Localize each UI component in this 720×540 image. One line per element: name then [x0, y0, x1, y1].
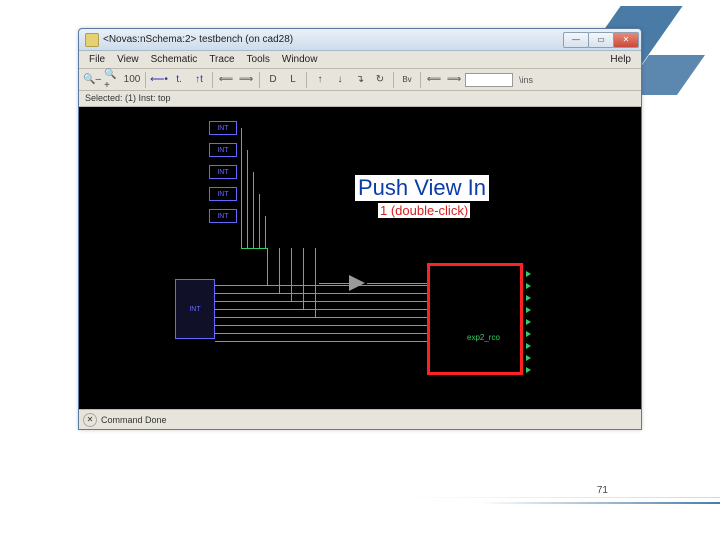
int-box[interactable]: INT: [209, 209, 237, 223]
schematic-canvas[interactable]: INT INT INT INT INT INT: [79, 107, 641, 409]
wire: [215, 341, 427, 342]
output-pin-icon: [526, 283, 531, 289]
wire: [291, 248, 292, 301]
wire: [267, 248, 268, 285]
tool-2-icon[interactable]: t.: [170, 71, 188, 89]
int-box[interactable]: INT: [209, 165, 237, 179]
statusbar: ✕ Command Done: [79, 409, 641, 429]
toolbar: 🔍‒ 🔍+ 100 ⟵• t. ↑t ⟸ ⟹ D L ↑ ↓ ↴ ↻ Bv ⟸ …: [79, 69, 641, 91]
output-pin-icon: [526, 331, 531, 337]
tool-bv-icon[interactable]: Bv: [398, 71, 416, 89]
wire: [303, 248, 304, 309]
module-label: exp2_rco: [467, 333, 500, 342]
output-pin-icon: [526, 307, 531, 313]
step-fwd-icon[interactable]: ⟹: [445, 71, 463, 89]
zoom-100-button[interactable]: 100: [123, 71, 141, 89]
menu-tools[interactable]: Tools: [241, 54, 276, 65]
search-hint: \ins: [519, 75, 533, 85]
titlebar[interactable]: <Novas:nSchema:2> testbench (on cad28) —…: [79, 29, 641, 51]
int-module[interactable]: INT: [175, 279, 215, 339]
wire: [215, 333, 427, 334]
int-box[interactable]: INT: [209, 121, 237, 135]
tool-d-icon[interactable]: D: [264, 71, 282, 89]
wire: [215, 301, 427, 302]
wire: [215, 325, 427, 326]
output-pin-icon: [526, 343, 531, 349]
annotation-caption: 1 (double-click): [378, 203, 470, 218]
menu-window[interactable]: Window: [276, 54, 324, 65]
wire: [247, 150, 248, 248]
wire: [315, 248, 316, 317]
page-number: 71: [597, 485, 608, 496]
wire: [215, 317, 427, 318]
tool-l-icon[interactable]: L: [284, 71, 302, 89]
output-pin-icon: [526, 319, 531, 325]
arrow-loop-icon[interactable]: ↻: [371, 71, 389, 89]
buffer-gate-icon[interactable]: [349, 275, 365, 291]
arrow-turn-icon[interactable]: ↴: [351, 71, 369, 89]
arrow-up-icon[interactable]: ↑: [311, 71, 329, 89]
wire: [319, 283, 349, 284]
menubar: File View Schematic Trace Tools Window H…: [79, 51, 641, 69]
wire: [241, 128, 242, 248]
menu-file[interactable]: File: [83, 54, 111, 65]
menu-trace[interactable]: Trace: [203, 54, 240, 65]
app-window: <Novas:nSchema:2> testbench (on cad28) —…: [78, 28, 642, 430]
wire: [367, 283, 427, 284]
wire: [215, 285, 427, 286]
tool-3-icon[interactable]: ↑t: [190, 71, 208, 89]
int-box[interactable]: INT: [209, 187, 237, 201]
maximize-button[interactable]: ▭: [588, 32, 614, 48]
wire: [279, 248, 280, 293]
output-pin-icon: [526, 271, 531, 277]
status-cancel-icon[interactable]: ✕: [83, 413, 97, 427]
wire: [215, 293, 427, 294]
output-pin-icon: [526, 367, 531, 373]
menu-schematic[interactable]: Schematic: [145, 54, 204, 65]
search-input[interactable]: [465, 73, 513, 87]
tool-1-icon[interactable]: ⟵•: [150, 71, 168, 89]
minimize-button[interactable]: —: [563, 32, 589, 48]
wire: [259, 194, 260, 248]
menu-help[interactable]: Help: [604, 54, 637, 65]
wire: [215, 309, 427, 310]
step-back-icon[interactable]: ⟸: [425, 71, 443, 89]
int-box[interactable]: INT: [209, 143, 237, 157]
selection-status: Selected: (1) Inst: top: [79, 91, 641, 107]
nav-fwd-icon[interactable]: ⟹: [237, 71, 255, 89]
wire: [253, 172, 254, 248]
output-pin-icon: [526, 295, 531, 301]
window-title: <Novas:nSchema:2> testbench (on cad28): [103, 34, 564, 45]
zoom-out-icon[interactable]: 🔍‒: [83, 71, 101, 89]
output-pin-icon: [526, 355, 531, 361]
menu-view[interactable]: View: [111, 54, 145, 65]
wire: [265, 216, 266, 248]
status-text: Command Done: [101, 415, 167, 425]
arrow-down-icon[interactable]: ↓: [331, 71, 349, 89]
app-icon: [85, 33, 99, 47]
wire: [241, 248, 267, 249]
annotation-title: Push View In: [355, 175, 489, 201]
target-module[interactable]: [427, 263, 523, 375]
close-button[interactable]: ✕: [613, 32, 639, 48]
zoom-in-icon[interactable]: 🔍+: [103, 71, 121, 89]
nav-back-icon[interactable]: ⟸: [217, 71, 235, 89]
